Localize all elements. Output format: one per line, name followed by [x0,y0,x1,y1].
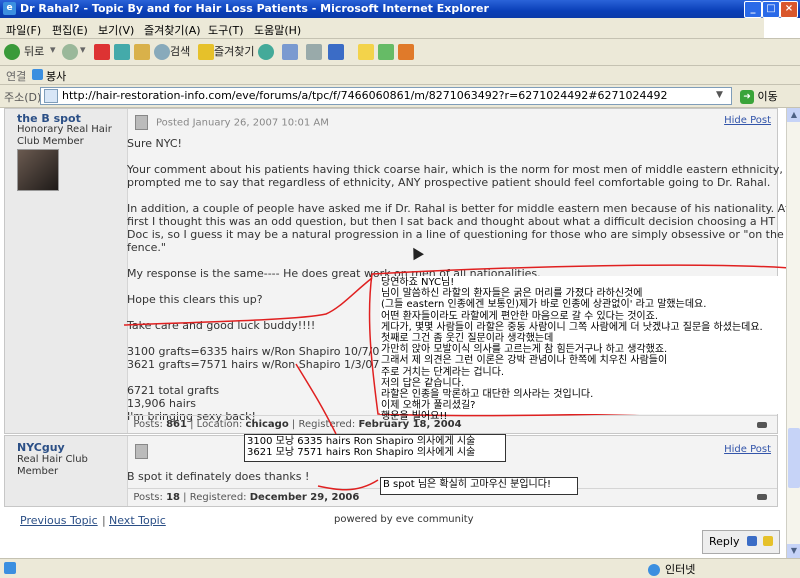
translation-line: 주로 거치는 단계라는 겁니다. [381,366,505,378]
status-bar: 인터넷 [0,558,800,578]
translation-box-2: 3100 모낭 6335 hairs Ron Shapiro 의사에게 시술 3… [244,434,506,462]
pen-line-2 [295,363,337,435]
menu-file[interactable]: 파일(F) [6,22,41,38]
minimize-button[interactable]: _ [744,1,762,18]
back-dropdown-icon[interactable]: ▾ [50,43,56,56]
favorites-star-icon[interactable] [198,44,214,60]
translation-line: 님이 말씀하신 라할의 환자들은 굵은 머리를 가졌다 라하신것에 [381,288,643,300]
scroll-thumb[interactable] [788,428,800,488]
search-button[interactable]: 검색 [170,43,190,59]
windows-logo-icon [764,18,800,38]
pen-underline-1 [123,277,373,326]
window-title: Dr Rahal? - Topic By and for Hair Loss P… [20,2,489,15]
translation-line: 행운을 빌어요!! [381,411,448,423]
translation-line: 게다가, 몇몇 사람들이 라할은 중동 사람이니 그쪽 사람에게 더 낫겠냐고 … [381,321,763,333]
print-icon[interactable] [306,44,322,60]
zone-label: 인터넷 [665,563,696,576]
address-input[interactable]: http://hair-restoration-info.com/eve/for… [40,87,732,105]
translation-line: 라할은 인종을 막론하고 대단한 의사라는 것입니다. [381,389,594,401]
links-label: 연결 [6,70,27,83]
security-zone: 인터넷 [648,561,695,577]
refresh-icon[interactable] [114,44,130,60]
page-status-icon [4,562,16,574]
address-url[interactable]: http://hair-restoration-info.com/eve/for… [62,89,667,102]
window-title-bar: e Dr Rahal? - Topic By and for Hair Loss… [0,0,800,18]
scroll-up-icon[interactable]: ▲ [787,108,800,122]
address-dropdown-icon[interactable]: ▼ [716,90,723,100]
menu-help[interactable]: 도움말(H) [254,22,301,38]
ie-logo-icon: e [3,2,16,15]
back-arrow-icon[interactable] [4,44,20,60]
menu-favorites[interactable]: 즐겨찾기(A) [144,22,201,38]
menu-view[interactable]: 보기(V) [98,22,134,38]
translation-line: 이제 오해가 풀리셨길? [381,400,476,412]
internet-zone-icon [648,564,660,576]
discuss-icon[interactable] [358,44,374,60]
forward-arrow-icon[interactable] [62,44,78,60]
translation-line: 저의 답은 같습니다. [381,377,465,389]
translation-box-3: B spot 님은 확실히 고마우신 분입니다! [380,477,578,495]
messenger-icon[interactable] [378,44,394,60]
translation-line: 당연하죠 NYC님! [381,277,455,288]
menu-tools[interactable]: 도구(T) [208,22,244,38]
go-arrow-icon: ➜ [740,90,754,104]
go-label: 이동 [757,90,778,103]
translation-line: 가만히 앉아 모발이식 의사를 고르는게 참 힘든거구나 하고 생각했죠. [381,344,668,356]
research-icon[interactable] [398,44,414,60]
translation-line: (그들 eastern 인종에겐 보통인)제가 바로 인종에 상관없이' 라고 … [381,299,707,311]
translation-line: B spot 님은 확실히 고마우신 분입니다! [383,479,551,490]
favorites-button[interactable]: 즐겨찾기 [214,43,254,59]
page-icon [44,89,58,103]
translation-line: 3100 모낭 6335 hairs Ron Shapiro 의사에게 시술 [247,436,476,447]
home-icon[interactable] [134,44,150,60]
links-item[interactable]: 봉사 [46,68,66,84]
search-icon[interactable] [154,44,170,60]
pen-underline-3 [317,479,379,491]
address-bar: 주소(D) http://hair-restoration-info.com/e… [0,85,800,108]
page-content: the B spot Honorary Real Hair Club Membe… [0,108,786,558]
mail-icon[interactable] [282,44,298,60]
media-icon[interactable] [258,44,274,60]
translation-line: 그래서 제 의견은 그런 이론은 강박 관념이나 한쪽에 치우친 사람들이 [381,355,668,367]
back-button[interactable]: 뒤로 [24,43,44,59]
scroll-down-icon[interactable]: ▼ [787,544,800,558]
stop-icon[interactable] [94,44,110,60]
close-button[interactable]: × [780,1,798,18]
go-button[interactable]: ➜ 이동 [740,88,778,104]
vertical-scrollbar[interactable]: ▲ ▼ [786,108,800,558]
edit-icon[interactable] [328,44,344,60]
menu-bar: 파일(F) 편집(E) 보기(V) 즐겨찾기(A) 도구(T) 도움말(H) [0,18,800,39]
maximize-button[interactable]: □ [762,1,780,18]
translation-line: 3621 모낭 7571 hairs Ron Shapiro 의사에게 시술 [247,447,476,459]
translation-line: 어떤 환자들이라도 라할에게 편안한 마음으로 갈 수 있다는 것이죠. [381,310,659,322]
address-label: 주소(D) [4,91,42,104]
links-bar: 연결 봉사 [0,66,800,85]
menu-edit[interactable]: 편집(E) [52,22,88,38]
translation-line: 첫째로 그건 좀 웃긴 질문이라 생각했는데 [381,333,554,345]
toolbar: 뒤로 ▾ ▾ 검색 즐겨찾기 [0,39,800,66]
translation-box-1: 당연하죠 NYC님! 님이 말씀하신 라할의 환자들은 굵은 머리를 가졌다 라… [380,276,786,422]
forward-dropdown-icon[interactable]: ▾ [80,43,86,56]
link-page-icon [32,69,43,80]
